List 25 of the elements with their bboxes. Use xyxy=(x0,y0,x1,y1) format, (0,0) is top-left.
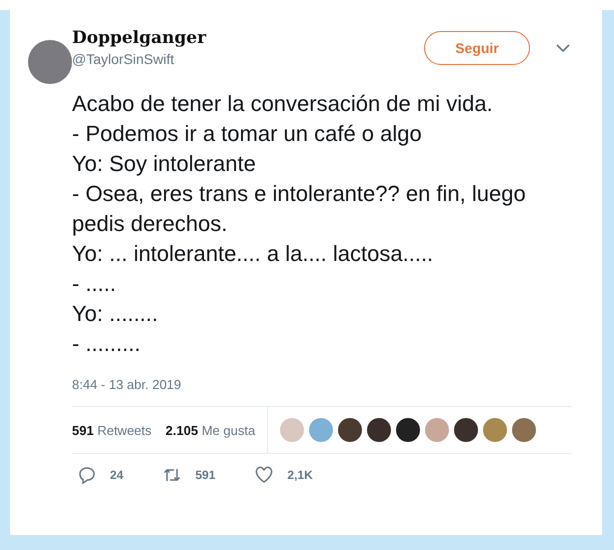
avatar[interactable] xyxy=(28,40,72,84)
tweet-text-line: - Podemos ir a tomar un café o algo xyxy=(72,120,423,148)
action-count: 2,1K xyxy=(287,468,313,482)
tweet-text-line: - ..... xyxy=(72,270,117,298)
stat-count[interactable]: 2.105 Me gusta xyxy=(166,422,256,438)
speech-bubble-icon[interactable] xyxy=(78,466,96,484)
tweet-text-line: Yo: ........ xyxy=(72,300,160,328)
stat-count[interactable]: 591 Retweets xyxy=(72,422,152,438)
liker-avatar[interactable] xyxy=(338,418,362,442)
tweet-text-line: Yo: ... intolerante.... a la.... lactosa..... xyxy=(72,240,434,268)
tweet-text-line: - ......... xyxy=(72,330,142,358)
heart-icon[interactable] xyxy=(255,466,274,484)
action-count: 591 xyxy=(195,468,216,482)
liker-avatar[interactable] xyxy=(396,418,420,442)
tweet-text-line: Yo: Soy intolerante xyxy=(72,150,257,178)
chevron-down-icon[interactable] xyxy=(556,42,570,52)
liker-avatar[interactable] xyxy=(454,418,478,442)
username: @TaylorSinSwift xyxy=(72,51,176,67)
tweet-text-line: - Osea, eres trans e intolerante?? en fin, luego pedis derechos. xyxy=(72,180,527,238)
retweet-icon[interactable] xyxy=(163,466,182,484)
liker-avatar[interactable] xyxy=(367,418,392,442)
display-name: Doppelganger xyxy=(72,28,208,48)
action-count: 24 xyxy=(110,468,124,482)
timestamp: 8:44 - 13 abr. 2019 xyxy=(72,377,572,407)
tweet-text-line: Acabo de tener la conversación de mi vida. xyxy=(72,90,494,118)
